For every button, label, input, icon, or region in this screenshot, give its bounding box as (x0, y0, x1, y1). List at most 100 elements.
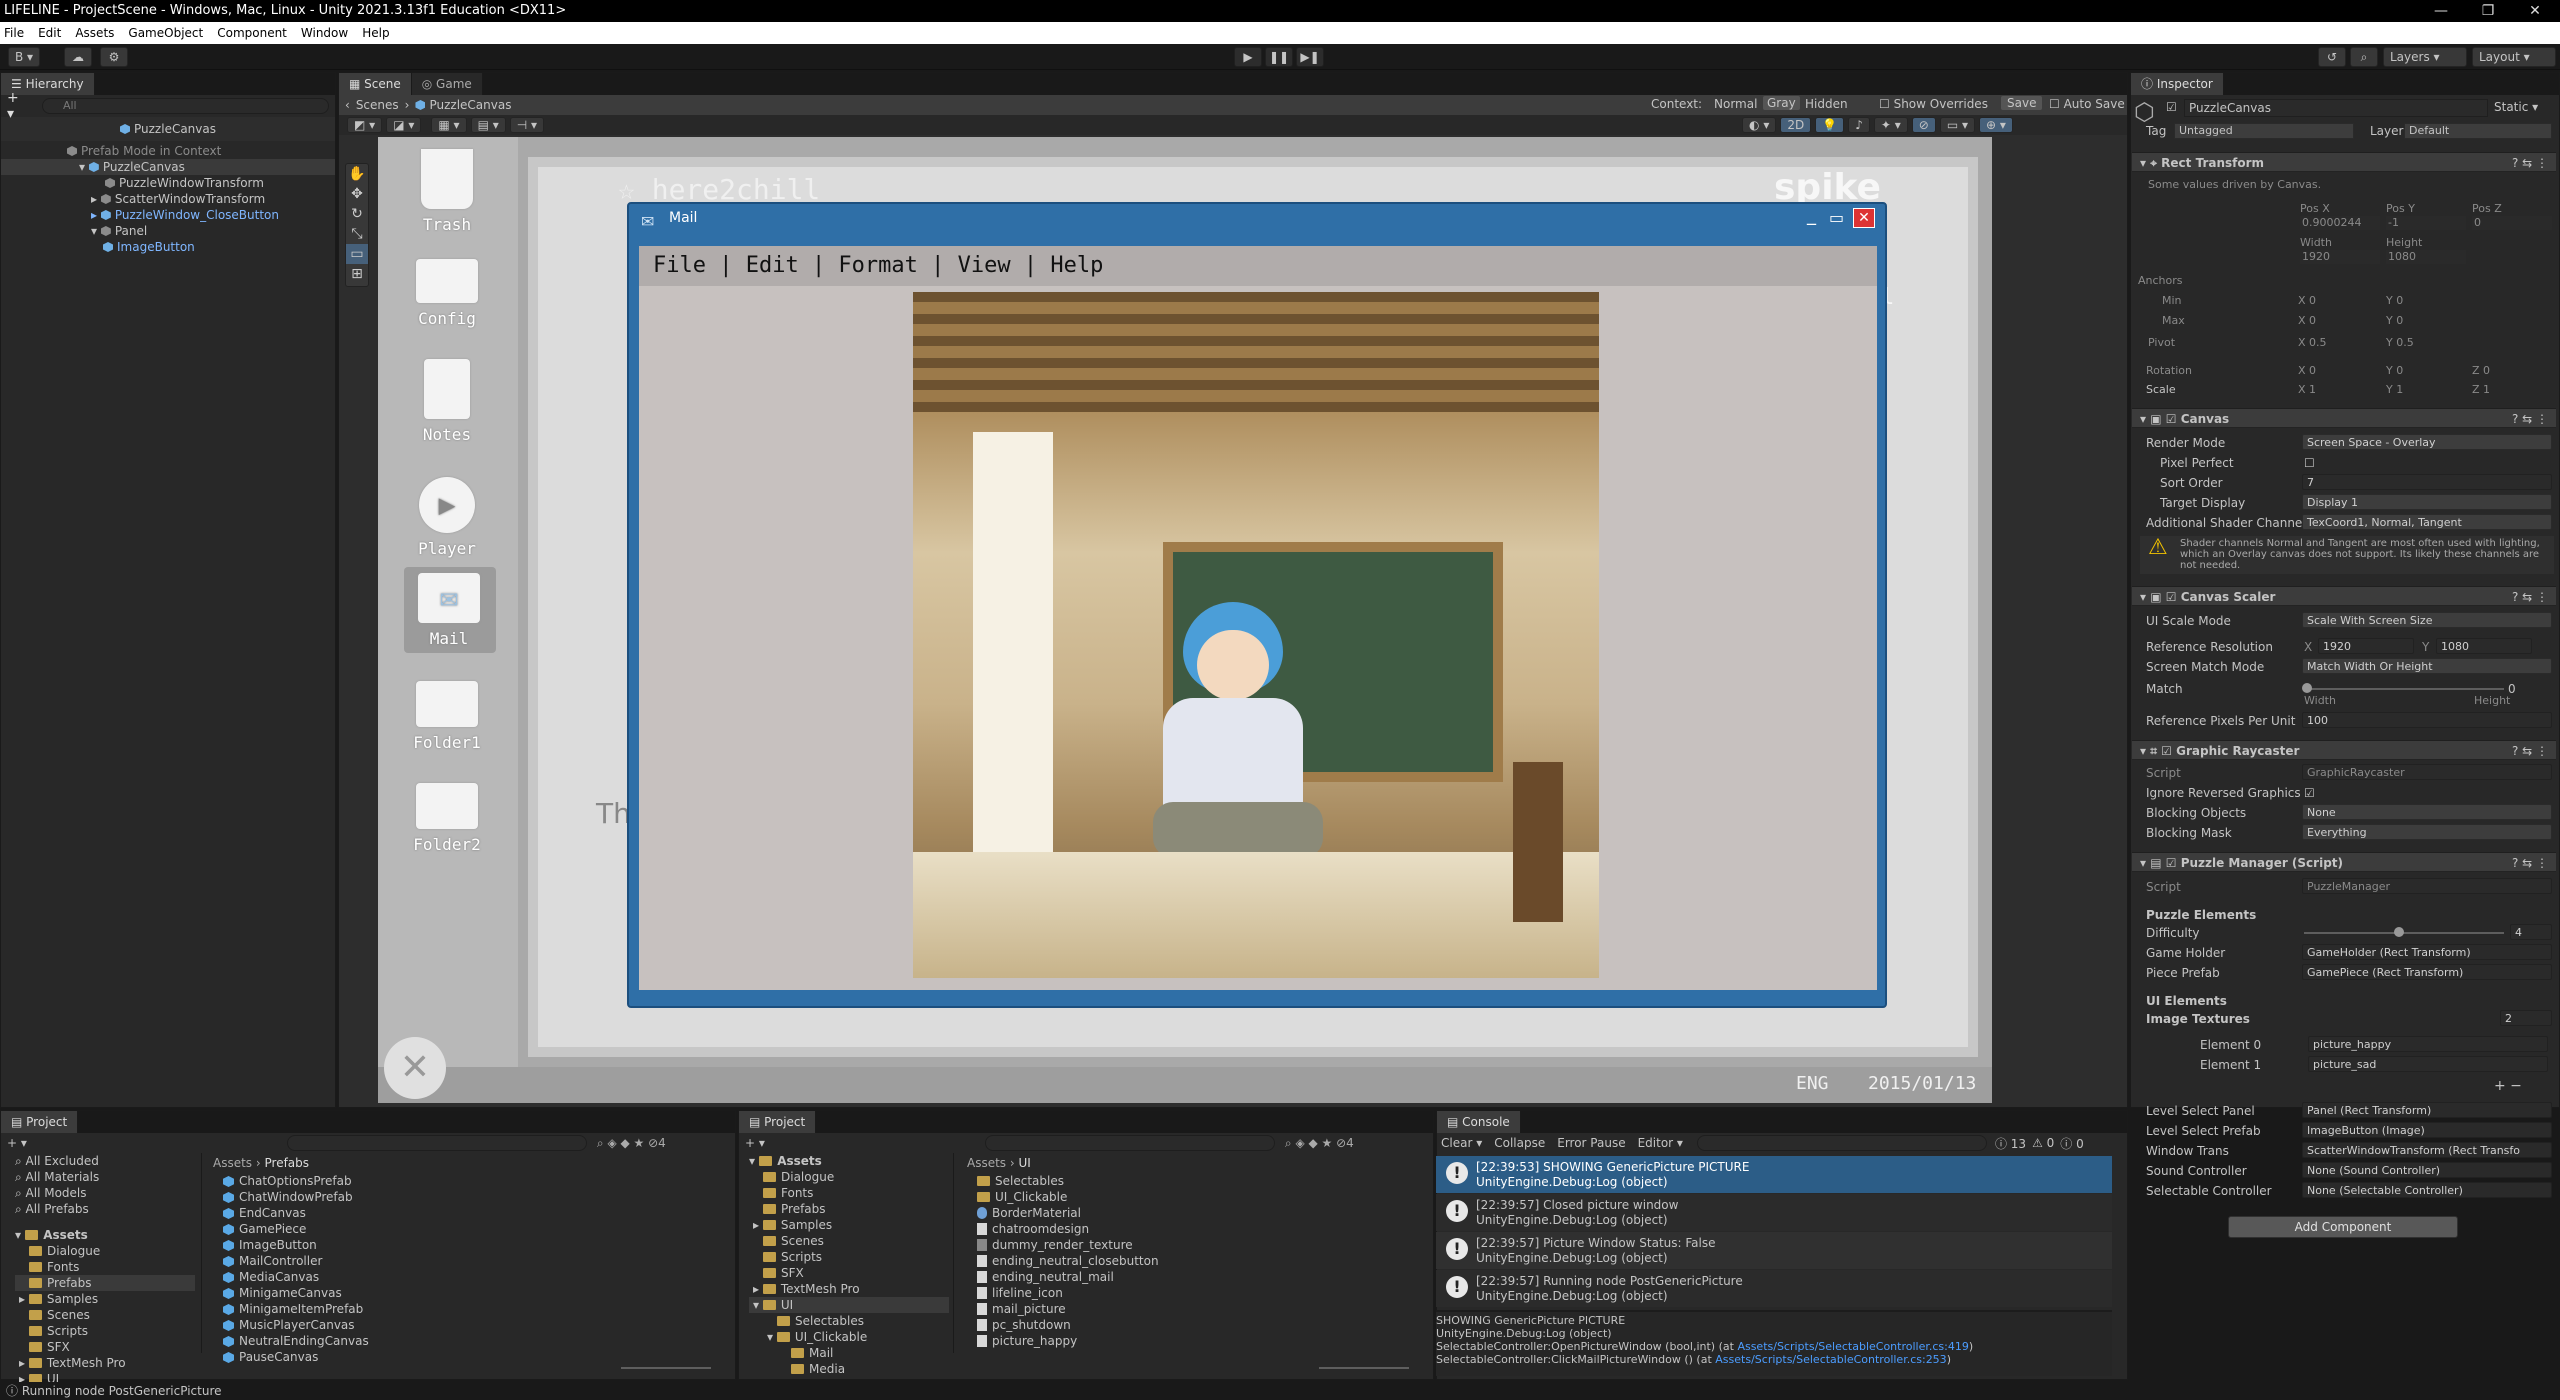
tree-item[interactable]: Scripts (749, 1249, 949, 1265)
context-normal[interactable]: Normal (1714, 97, 1757, 111)
match-mode-dropdown[interactable]: Match Width Or Height (2302, 658, 2552, 674)
list-item[interactable]: mail_picture (977, 1301, 1159, 1317)
add-icon[interactable]: + ▾ (7, 90, 30, 122)
sound-controller-field[interactable]: None (Sound Controller) (2302, 1162, 2552, 1178)
project-filter-icons[interactable]: ⌕ ◈ ◆ ★ ⊘4 (1285, 1136, 1354, 1151)
detail-link[interactable]: Assets/Scripts/SelectableController.cs:4… (1737, 1340, 1968, 1353)
tree-item[interactable]: ▸ TextMesh Pro (15, 1355, 195, 1371)
puzzle-manager-header[interactable]: ▾ ▤ ☑ Puzzle Manager (Script)? ⇆ ⋮ (2132, 852, 2556, 872)
mail-close-icon[interactable]: ✕ (1853, 208, 1875, 228)
menu-help[interactable]: Help (362, 26, 389, 40)
pos-y-field[interactable]: -1 (2386, 216, 2466, 230)
blocking-mask-dropdown[interactable]: Everything (2302, 824, 2552, 840)
list-item[interactable]: ChatWindowPrefab (223, 1189, 369, 1205)
rotation-y[interactable]: Y 0 (2386, 364, 2403, 377)
maximize-button[interactable]: ❐ (2465, 0, 2511, 22)
image-textures-row[interactable]: Image Textures 2 (2146, 1010, 2556, 1028)
auto-save-toggle[interactable]: ☐ Auto Save (2049, 97, 2125, 111)
rotate-tool-icon[interactable]: ↻ (346, 204, 368, 224)
tree-item[interactable]: Fonts (749, 1185, 949, 1201)
breadcrumb-prefabs[interactable]: Prefabs (265, 1156, 310, 1170)
list-item[interactable]: Selectables (977, 1173, 1159, 1189)
layer-dropdown[interactable]: Default (2404, 123, 2552, 139)
hierarchy-item[interactable]: ▸ PuzzleWindow_CloseButton (1, 207, 335, 223)
hierarchy-item[interactable]: ▸ ScatterWindowTransform (1, 191, 335, 207)
window-trans-field[interactable]: ScatterWindowTransform (Rect Transfo (2302, 1142, 2552, 1158)
ppu-field[interactable]: 100 (2302, 712, 2552, 728)
collapse-button[interactable]: Collapse (1494, 1136, 1545, 1150)
back-icon[interactable]: ‹ (345, 98, 350, 112)
tree-item[interactable]: SFX (749, 1265, 949, 1281)
minimize-button[interactable]: — (2418, 0, 2464, 22)
tab-project[interactable]: ▤ Project (739, 1111, 817, 1133)
piece-prefab-field[interactable]: GamePiece (Rect Transform) (2302, 964, 2552, 980)
ref-y-field[interactable]: 1080 (2436, 638, 2532, 654)
warn-count-toggle[interactable]: ⚠ 0 (2032, 1136, 2054, 1150)
snap-icon[interactable]: ▤ ▾ (470, 117, 506, 133)
collab-icon[interactable]: ⚙ (100, 47, 128, 67)
ref-x-field[interactable]: 1920 (2318, 638, 2414, 654)
tree-item[interactable]: ▸ Samples (15, 1291, 195, 1307)
match-slider-handle[interactable] (2302, 683, 2312, 693)
tree-item[interactable]: ▸ TextMesh Pro (749, 1281, 949, 1297)
tree-item[interactable]: ▾ Assets (15, 1227, 195, 1243)
player-icon[interactable]: ▶ Player (412, 477, 482, 558)
shader-channels-dropdown[interactable]: TexCoord1, Normal, Tangent (2302, 514, 2552, 530)
folder2-icon[interactable]: Folder2 (412, 783, 482, 854)
add-component-button[interactable]: Add Component (2228, 1216, 2458, 1238)
list-item[interactable]: BorderMaterial (977, 1205, 1159, 1221)
tree-item[interactable]: Selectables (749, 1313, 949, 1329)
step-button[interactable]: ▶❚ (1296, 47, 1324, 67)
menu-component[interactable]: Component (217, 26, 287, 40)
tree-item[interactable]: Scripts (15, 1323, 195, 1339)
list-item[interactable]: ending_neutral_mail (977, 1269, 1159, 1285)
detail-link[interactable]: Assets/Scripts/SelectableController.cs:2… (1715, 1353, 1946, 1366)
shading-icon[interactable]: ◐ ▾ (1742, 117, 1777, 133)
tree-item[interactable]: Prefabs (749, 1201, 949, 1217)
difficulty-value[interactable]: 4 (2510, 924, 2552, 940)
list-item[interactable]: ImageButton (223, 1237, 369, 1253)
list-item[interactable]: MinigameItemPrefab (223, 1301, 369, 1317)
pos-z-field[interactable]: 0 (2472, 216, 2552, 230)
hierarchy-item[interactable]: ImageButton (1, 239, 335, 255)
favorite-item[interactable]: ⌕ All Models (15, 1185, 195, 1201)
add-icon[interactable]: + ▾ (745, 1136, 765, 1150)
list-item[interactable]: ChatOptionsPrefab (223, 1173, 369, 1189)
console-entry[interactable]: ! [22:39:57] Picture Window Status: False… (1436, 1232, 2112, 1269)
list-item[interactable]: chatroomdesign (977, 1221, 1159, 1237)
splitter[interactable] (953, 1153, 954, 1353)
grid-icon[interactable]: ▦ ▾ (431, 117, 467, 133)
tab-scene[interactable]: ▦ Scene (339, 73, 412, 95)
ignore-reversed-checkbox[interactable]: ☑ (2304, 784, 2315, 802)
mail-titlebar[interactable]: ✉ Mail _ ▭ ✕ (629, 204, 1885, 232)
mail-icon[interactable]: ✉ Mail (414, 573, 484, 648)
mail-maximize-icon[interactable]: ▭ (1829, 204, 1844, 232)
tab-console[interactable]: ▤ Console (1437, 1111, 1521, 1133)
console-entry[interactable]: ! [22:39:57] Running node PostGenericPict… (1436, 1270, 2112, 1307)
gizmo-icon[interactable]: ◪ ▾ (386, 117, 422, 133)
mode-2d-button[interactable]: 2D (1780, 117, 1812, 133)
blocking-objects-dropdown[interactable]: None (2302, 804, 2552, 820)
tab-inspector[interactable]: ⓘ Inspector (2131, 73, 2224, 95)
icon-size-slider[interactable] (1319, 1367, 1409, 1369)
tree-item[interactable]: Scenes (15, 1307, 195, 1323)
favorite-item[interactable]: ⌕ All Materials (15, 1169, 195, 1185)
tree-item[interactable]: ▾ Assets (749, 1153, 949, 1169)
pivot-y[interactable]: Y 0.5 (2386, 336, 2414, 349)
component-menu-icon[interactable]: ? ⇆ ⋮ (2512, 409, 2548, 429)
console-entry[interactable]: ! [22:39:57] Closed picture window UnityEn… (1436, 1194, 2112, 1231)
increment-icon[interactable]: ⊣ ▾ (509, 117, 545, 133)
play-button[interactable]: ▶ (1234, 47, 1262, 67)
pivot-x[interactable]: X 0.5 (2298, 336, 2327, 349)
list-item[interactable]: MediaCanvas (223, 1269, 369, 1285)
anchor-max-x[interactable]: X 0 (2298, 314, 2316, 327)
rotation-z[interactable]: Z 0 (2472, 364, 2490, 377)
element0-field[interactable]: picture_happy (2308, 1036, 2548, 1052)
favorite-item[interactable]: ⌕ All Prefabs (15, 1201, 195, 1217)
log-count-toggle[interactable]: ⓘ 13 (1995, 1135, 2026, 1152)
canvas-header[interactable]: ▾ ▣ ☑ Canvas? ⇆ ⋮ (2132, 408, 2556, 428)
sort-order-field[interactable]: 7 (2302, 474, 2552, 490)
camera-icon[interactable]: ▭ ▾ (1939, 117, 1976, 133)
menu-file[interactable]: File (4, 26, 24, 40)
scale-y[interactable]: Y 1 (2386, 383, 2403, 396)
